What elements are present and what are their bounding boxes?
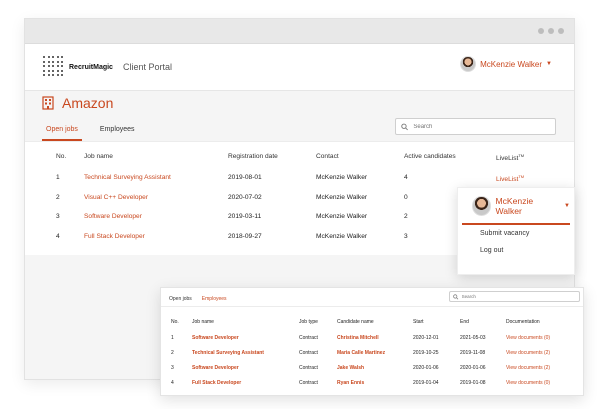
view-documents-link[interactable]: View documents (0) bbox=[506, 380, 550, 386]
header-livelist: LiveListTM bbox=[496, 153, 525, 163]
company-heading: Amazon bbox=[42, 95, 113, 111]
tab-open-jobs[interactable]: Open jobs bbox=[42, 123, 82, 141]
user-menu-button[interactable]: McKenzie Walker ▼ bbox=[460, 56, 552, 72]
tab-employees[interactable]: Employees bbox=[96, 123, 139, 141]
avatar bbox=[472, 195, 492, 216]
job-link[interactable]: Full Stack Developer bbox=[192, 380, 241, 386]
table-row: 3 Software Developer Contract Jake Walsh… bbox=[171, 365, 551, 371]
search-icon bbox=[401, 123, 408, 130]
job-link[interactable]: Visual C++ Developer bbox=[84, 194, 148, 201]
window-titlebar bbox=[25, 19, 574, 44]
candidate-link[interactable]: Ryan Ennis bbox=[337, 380, 364, 386]
header-no: No. bbox=[56, 153, 67, 160]
window-dots-icon[interactable] bbox=[538, 28, 564, 34]
view-documents-link[interactable]: View documents (2) bbox=[506, 350, 550, 356]
building-icon bbox=[42, 96, 54, 110]
chevron-down-icon: ▼ bbox=[564, 202, 570, 209]
table-header-row: No. Job name Registration date Contact A… bbox=[25, 153, 574, 171]
user-name: McKenzie Walker bbox=[480, 59, 543, 69]
user-dropdown-menu: McKenzie Walker ▼ Submit vacancy Log out bbox=[457, 187, 575, 275]
employees-card: Open jobs Employees No. Job name Job typ… bbox=[160, 287, 584, 396]
logo-icon bbox=[43, 56, 65, 78]
header-contact: Contact bbox=[316, 153, 339, 160]
candidate-link[interactable]: Maria Calle Martinez bbox=[337, 350, 385, 356]
view-documents-link[interactable]: View documents (0) bbox=[506, 335, 550, 341]
brand-name: RecruitMagic bbox=[69, 63, 113, 71]
portal-title: Client Portal bbox=[122, 62, 172, 72]
header-registration: Registration date bbox=[228, 153, 278, 160]
search-box[interactable] bbox=[449, 291, 580, 302]
candidate-link[interactable]: Christina Mitchell bbox=[337, 335, 379, 341]
livelist-link[interactable]: LiveListTM bbox=[496, 174, 524, 183]
divider bbox=[161, 306, 583, 307]
table-header-row: No. Job name Job type Candidate name Sta… bbox=[171, 319, 540, 325]
chevron-down-icon: ▼ bbox=[546, 61, 552, 67]
job-link[interactable]: Software Developer bbox=[84, 213, 142, 220]
candidate-link[interactable]: Jake Walsh bbox=[337, 365, 364, 371]
job-link[interactable]: Software Developer bbox=[192, 335, 239, 341]
search-input[interactable] bbox=[413, 123, 555, 130]
company-name: Amazon bbox=[62, 95, 114, 111]
dropdown-user-name: McKenzie Walker bbox=[495, 195, 534, 216]
job-link[interactable]: Technical Surveying Assistant bbox=[84, 174, 171, 181]
menu-item-submit-vacancy[interactable]: Submit vacancy bbox=[458, 225, 574, 242]
header-job: Job name bbox=[84, 153, 113, 160]
view-documents-link[interactable]: View documents (2) bbox=[506, 365, 550, 371]
main-tabs: Open jobs Employees bbox=[42, 123, 139, 141]
menu-item-log-out[interactable]: Log out bbox=[458, 242, 574, 259]
table-row: 1 Software Developer Contract Christina … bbox=[171, 335, 551, 341]
search-input[interactable] bbox=[461, 294, 579, 299]
avatar bbox=[460, 56, 477, 72]
job-link[interactable]: Full Stack Developer bbox=[84, 233, 145, 240]
job-link[interactable]: Software Developer bbox=[192, 365, 239, 371]
dropdown-user-header[interactable]: McKenzie Walker ▼ bbox=[462, 188, 570, 225]
app-header: RecruitMagic Client Portal McKenzie Walk… bbox=[25, 44, 574, 91]
table-row: 2 Technical Surveying Assistant Contract… bbox=[171, 350, 551, 356]
table-row: 4 Full Stack Developer Contract Ryan Enn… bbox=[171, 380, 551, 386]
header-active: Active candidates bbox=[404, 153, 456, 160]
job-link[interactable]: Technical Surveying Assistant bbox=[192, 350, 264, 356]
search-icon bbox=[453, 293, 459, 299]
search-box[interactable] bbox=[395, 118, 556, 135]
